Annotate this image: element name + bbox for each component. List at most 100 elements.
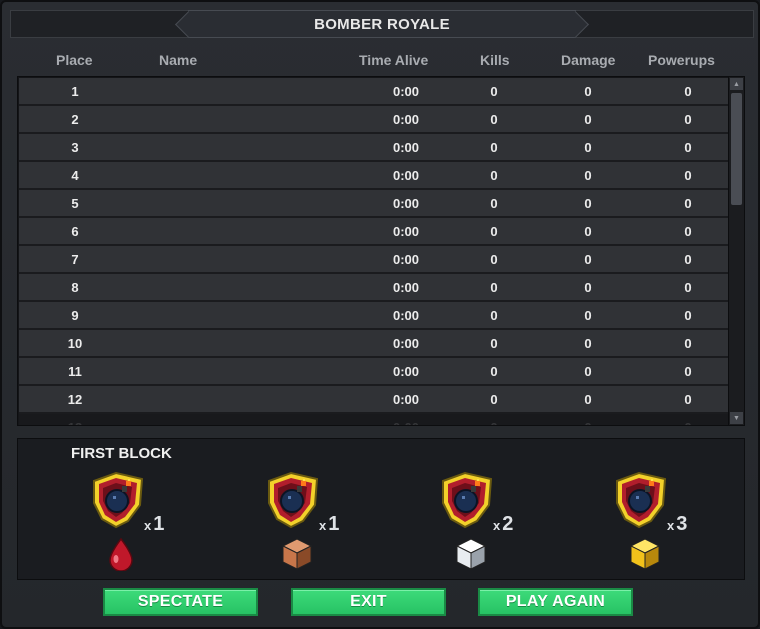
cell-place: 3 <box>71 140 79 155</box>
header-name[interactable]: Name <box>159 52 197 68</box>
cell-place: 7 <box>71 252 79 267</box>
cell-damage: 0 <box>584 140 592 155</box>
cell-kills: 0 <box>490 336 498 351</box>
cell-powerups: 0 <box>684 84 692 99</box>
table-row: 3 0:00 0 0 0 <box>19 134 729 162</box>
cell-place: 10 <box>67 336 83 351</box>
table-row: 2 0:00 0 0 0 <box>19 106 729 134</box>
spectate-button[interactable]: SPECTATE <box>103 588 258 616</box>
cell-damage: 0 <box>584 224 592 239</box>
cell-kills: 0 <box>490 224 498 239</box>
cell-powerups: 0 <box>684 392 692 407</box>
blood-drop-icon <box>106 537 136 572</box>
bomb-shield-icon <box>437 469 497 531</box>
cell-place: 11 <box>68 364 82 379</box>
bomb-shield-icon <box>611 469 671 531</box>
reward-item: x2 <box>437 469 547 573</box>
cell-place: 12 <box>67 392 83 407</box>
cell-time-alive: 0:00 <box>392 84 420 99</box>
cell-damage: 0 <box>584 196 592 211</box>
cell-kills: 0 <box>490 308 498 323</box>
results-window: BOMBER ROYALE Place Name Time Alive Kill… <box>0 0 760 629</box>
rewards-panel: FIRST BLOCK x1 x1 x2 x3 <box>17 438 745 580</box>
cell-powerups: 0 <box>673 420 703 425</box>
cell-time-alive: 0:00 <box>392 140 420 155</box>
cell-kills: 0 <box>490 168 498 183</box>
multiplier-count: 1 <box>153 513 165 535</box>
cell-powerups: 0 <box>684 112 692 127</box>
multiplier-count: 3 <box>676 513 688 535</box>
multiplier-count: 1 <box>328 513 340 535</box>
cell-kills: 0 <box>490 280 498 295</box>
cell-kills: 0 <box>479 420 509 425</box>
multiplier-prefix: x <box>144 518 152 533</box>
scoreboard-rows: 1 0:00 0 0 0 2 0:00 0 0 0 3 0:00 0 0 0 4 0:00 0 0 0 5 0:00 0 0 0… <box>19 78 729 425</box>
cell-powerups: 0 <box>684 224 692 239</box>
cell-time-alive: 0:00 <box>392 252 420 267</box>
cell-damage: 0 <box>584 308 592 323</box>
multiplier-prefix: x <box>319 518 327 533</box>
table-row: 6 0:00 0 0 0 <box>19 218 729 246</box>
cell-time-alive: 0:00 <box>392 112 420 127</box>
header-damage[interactable]: Damage <box>561 52 615 68</box>
bomb-shield-icon <box>263 469 323 531</box>
cell-powerups: 0 <box>684 280 692 295</box>
table-row: 9 0:00 0 0 0 <box>19 302 729 330</box>
cell-time-alive: 0:00 <box>392 308 420 323</box>
cell-damage: 0 <box>584 364 592 379</box>
reward-multiplier: x3 <box>667 513 687 536</box>
cell-powerups: 0 <box>684 252 692 267</box>
scoreboard-table[interactable]: 1 0:00 0 0 0 2 0:00 0 0 0 3 0:00 0 0 0 4 0:00 0 0 0 5 0:00 0 0 0… <box>17 76 745 426</box>
cell-powerups: 0 <box>684 140 692 155</box>
column-headers: Place Name Time Alive Kills Damage Power… <box>18 49 730 71</box>
cell-kills: 0 <box>490 140 498 155</box>
table-row: 12 0:00 0 0 0 <box>19 386 729 414</box>
multiplier-count: 2 <box>502 513 514 535</box>
rewards-title: FIRST BLOCK <box>71 445 172 462</box>
cell-place: 13 <box>55 420 95 425</box>
cell-place: 2 <box>71 112 79 127</box>
scroll-thumb[interactable] <box>731 93 742 205</box>
cell-time-alive: 0:00 <box>392 364 420 379</box>
cell-kills: 0 <box>490 252 498 267</box>
cell-damage: 0 <box>584 84 592 99</box>
cell-kills: 0 <box>490 84 498 99</box>
cell-damage: 0 <box>584 280 592 295</box>
reward-item: x1 <box>263 469 373 573</box>
header-time-alive[interactable]: Time Alive <box>359 52 428 68</box>
cell-damage: 0 <box>573 420 603 425</box>
table-row: 1 0:00 0 0 0 <box>19 78 729 106</box>
cell-place: 8 <box>71 280 79 295</box>
reward-multiplier: x2 <box>493 513 513 536</box>
table-row: 10 0:00 0 0 0 <box>19 330 729 358</box>
arrow-up-icon: ▲ <box>733 80 740 88</box>
cell-powerups: 0 <box>684 308 692 323</box>
cell-place: 6 <box>71 224 79 239</box>
play-again-button[interactable]: PLAY AGAIN <box>478 588 633 616</box>
cell-damage: 0 <box>584 392 592 407</box>
cell-time-alive: 0:00 <box>392 196 420 211</box>
exit-button[interactable]: EXIT <box>291 588 446 616</box>
reward-item: x1 <box>88 469 198 573</box>
cell-place: 9 <box>71 308 79 323</box>
cell-damage: 0 <box>584 112 592 127</box>
gold-block-icon <box>629 537 661 571</box>
cell-powerups: 0 <box>684 196 692 211</box>
scroll-up-button[interactable]: ▲ <box>730 78 743 90</box>
iron-block-icon <box>455 537 487 571</box>
copper-block-icon <box>281 537 313 571</box>
cell-powerups: 0 <box>684 168 692 183</box>
cell-time-alive: 0:00 <box>392 280 420 295</box>
cell-damage: 0 <box>584 336 592 351</box>
cell-place: 1 <box>71 84 79 99</box>
header-place[interactable]: Place <box>56 52 93 68</box>
title-plate: BOMBER ROYALE <box>188 10 576 38</box>
scroll-down-button[interactable]: ▼ <box>730 412 743 424</box>
scrollbar[interactable]: ▲ ▼ <box>728 77 744 425</box>
reward-multiplier: x1 <box>319 513 339 536</box>
cell-time-alive: 0:00 <box>392 392 420 407</box>
header-kills[interactable]: Kills <box>480 52 510 68</box>
header-powerups[interactable]: Powerups <box>648 52 715 68</box>
table-row: 11 0:00 0 0 0 <box>19 358 729 386</box>
cell-kills: 0 <box>490 196 498 211</box>
